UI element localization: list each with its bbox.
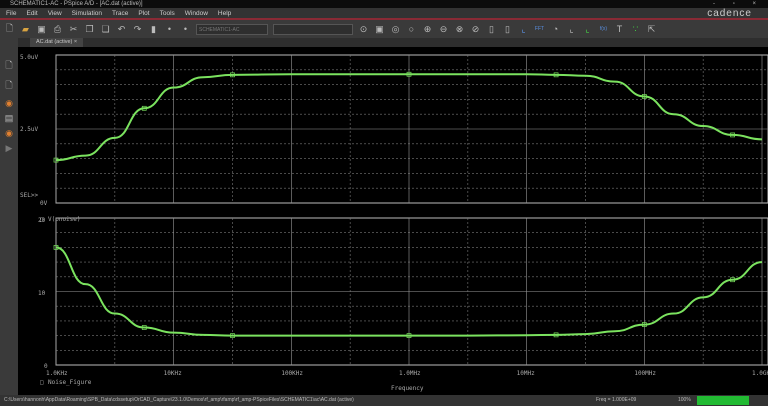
window-controls[interactable]: - ▫ ×: [713, 0, 764, 8]
text-label-icon[interactable]: T: [614, 24, 625, 34]
tab-bar: AC.dat (active) ×: [18, 38, 768, 47]
status-freq: Freq = 1.000E+09: [596, 397, 637, 403]
window-title: SCHEMATIC1-AC - PSpice A/D - [AC.dat (ac…: [10, 1, 143, 7]
status-path: C:\Users\hannonh\AppData\Roaming\SPB_Dat…: [4, 397, 354, 403]
mark-points-icon[interactable]: ∵: [630, 24, 641, 35]
menu-tools[interactable]: Tools: [160, 10, 175, 17]
menu-view[interactable]: View: [48, 10, 62, 17]
menu-window[interactable]: Window: [185, 10, 208, 17]
open-folder-icon[interactable]: ▰: [20, 24, 31, 35]
probe-cursor-icon[interactable]: ◉: [5, 98, 13, 109]
second-select[interactable]: [273, 23, 353, 35]
zoom-out-icon[interactable]: ⊖: [438, 24, 449, 35]
menu-file[interactable]: File: [6, 10, 16, 17]
legend-upper[interactable]: V(onoise): [48, 216, 81, 223]
zoom-fit-icon[interactable]: ⊘: [470, 24, 481, 35]
tab-ac-dat[interactable]: AC.dat (active) ×: [30, 38, 84, 47]
menu-trace[interactable]: Trace: [112, 10, 128, 17]
x-tick-label: 1.0KHz: [46, 370, 68, 377]
cursor-icon[interactable]: ⇱: [646, 24, 657, 35]
copy-icon[interactable]: ❐: [84, 24, 95, 35]
tab-label: AC.dat (active): [36, 39, 73, 45]
axis-x-icon[interactable]: ⌞: [518, 24, 529, 35]
zoom-in-icon[interactable]: ⊕: [422, 24, 433, 35]
marker-icon[interactable]: ▮: [148, 24, 159, 35]
probe-window[interactable]: 5.0uV 2.5uV SEL>> 0V □ V(onoise) 20 10 0…: [18, 47, 768, 395]
x-tick-label: 10KHz: [164, 370, 182, 377]
redo-icon[interactable]: ↷: [132, 24, 143, 35]
pause-icon[interactable]: ◎: [390, 24, 401, 35]
add-plot-icon[interactable]: ⌞: [566, 24, 577, 35]
save-icon[interactable]: ▣: [36, 24, 47, 35]
log-y-icon[interactable]: ▯: [502, 24, 513, 35]
probe2-icon[interactable]: •: [180, 24, 191, 34]
zoom-area-icon[interactable]: ⊗: [454, 24, 465, 35]
status-zoom: 100%: [678, 397, 691, 403]
y-tick-lower-20: 20: [38, 217, 46, 224]
document-icon[interactable]: 🗋: [5, 58, 12, 74]
log-x-icon[interactable]: ▯: [486, 24, 497, 35]
undo-icon[interactable]: ↶: [116, 24, 127, 35]
run-icon[interactable]: ⊙: [358, 24, 369, 35]
left-toolbar: 🗋 🗋 ◉ ▤ ◉ ▶: [0, 38, 18, 395]
y-tick-upper-2-5: 2.5uV: [20, 126, 38, 133]
status-bar: C:\Users\hannonh\AppData\Roaming\SPB_Dat…: [0, 395, 768, 406]
cadence-logo: cadence: [707, 8, 752, 19]
x-axis-ticks: 1.0KHz 10KHz 100KHz 1.0MHz 10MHz 100MHz 1.0GHz: [46, 370, 768, 377]
x-tick-label: 1.0GHz: [752, 370, 768, 377]
menu-edit[interactable]: Edit: [26, 10, 37, 17]
simulation-profile-select[interactable]: SCHEMATIC1-AC: [196, 23, 268, 35]
x-tick-label: 100MHz: [634, 370, 656, 377]
y-tick-lower-0: 0: [44, 363, 48, 370]
save-sim-icon[interactable]: ▣: [374, 24, 385, 35]
x-tick-label: 10MHz: [517, 370, 535, 377]
sel-marker[interactable]: SEL>>: [20, 192, 38, 199]
fft-icon[interactable]: FFT: [534, 26, 545, 32]
eval-icon[interactable]: f(x): [598, 26, 609, 32]
new-file-icon[interactable]: 🗋: [4, 21, 15, 37]
legend-lower[interactable]: Noise_Figure: [48, 379, 92, 386]
performance-icon[interactable]: ◔: [550, 24, 561, 34]
y-tick-upper-5: 5.0uV: [20, 54, 38, 61]
plot-area[interactable]: 5.0uV 2.5uV SEL>> 0V □ V(onoise) 20 10 0…: [18, 47, 768, 395]
menu-simulation[interactable]: Simulation: [72, 10, 102, 17]
menu-help[interactable]: Help: [218, 10, 231, 17]
menu-bar: File Edit View Simulation Trace Plot Tools Wind…: [0, 8, 768, 20]
x-axis-label: Frequency: [391, 385, 424, 392]
window-icon[interactable]: ▤: [5, 113, 14, 124]
x-tick-label: 1.0MHz: [399, 370, 421, 377]
add-trace-icon[interactable]: ⌞: [582, 24, 593, 35]
paste-icon[interactable]: ❏: [100, 24, 111, 35]
title-bar: SCHEMATIC1-AC - PSpice A/D - [AC.dat (ac…: [0, 0, 768, 8]
y-tick-lower-10: 10: [38, 290, 46, 297]
traces: [53, 71, 763, 338]
toolbar: 🗋 ▰ ▣ ⎙ ✂ ❐ ❏ ↶ ↷ ▮ • • SCHEMATIC1-AC ⊙ …: [0, 20, 768, 38]
lower-plot-grid: [55, 217, 768, 366]
upper-plot-grid: [55, 54, 768, 204]
simulation-progress-bar: [697, 396, 749, 405]
print-icon[interactable]: ⎙: [52, 24, 63, 35]
stop-icon[interactable]: ○: [406, 24, 417, 34]
probe-icon[interactable]: •: [164, 24, 175, 34]
document-chart-icon[interactable]: 🗋: [5, 78, 12, 94]
probe-cursor2-icon[interactable]: ◉: [5, 128, 13, 139]
x-tick-label: 100KHz: [281, 370, 303, 377]
legend-marker-lower: □: [40, 379, 44, 386]
y-tick-upper-0: 0V: [40, 200, 48, 207]
play-icon[interactable]: ▶: [6, 143, 13, 154]
cut-icon[interactable]: ✂: [68, 24, 79, 35]
menu-plot[interactable]: Plot: [138, 10, 149, 17]
